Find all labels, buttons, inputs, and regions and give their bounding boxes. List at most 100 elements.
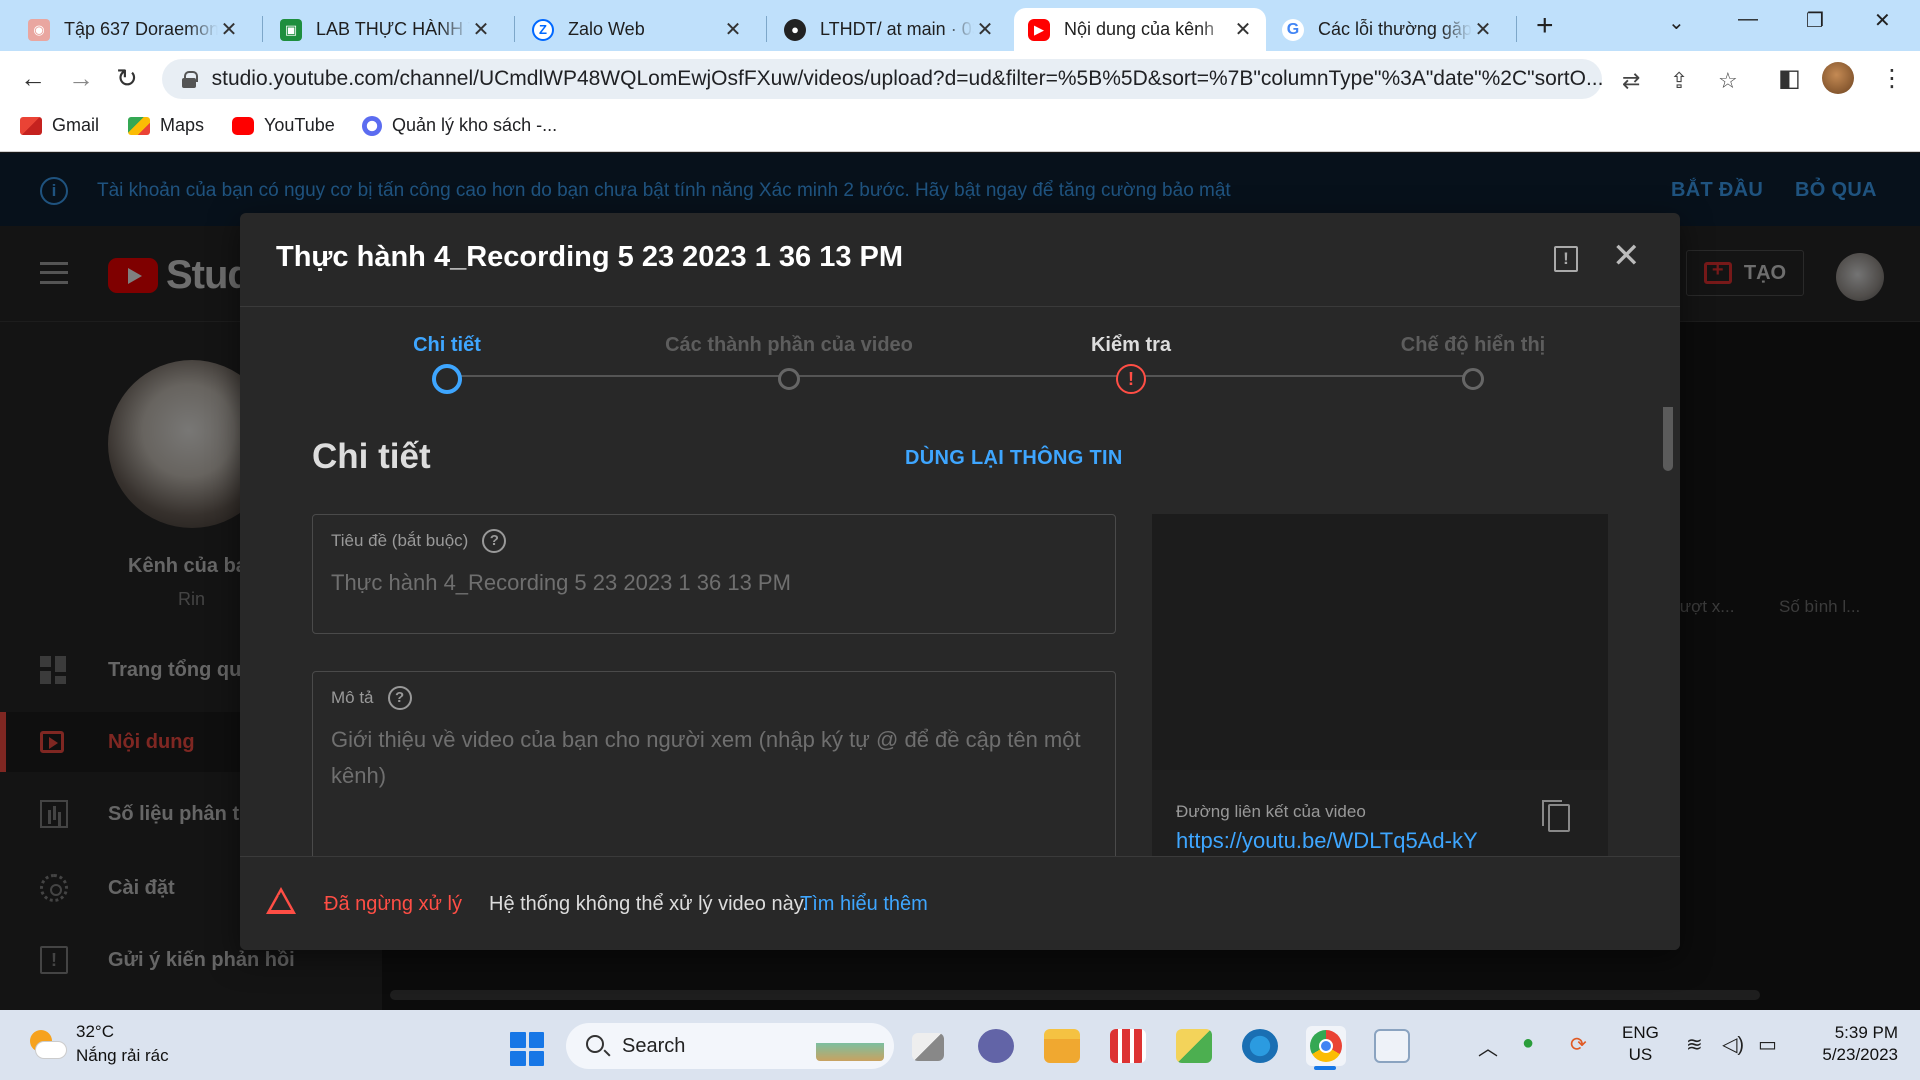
browser-tab[interactable]: ▣ LAB THỰC HÀNH T ✕: [266, 8, 504, 51]
bookmark-label: Maps: [160, 115, 205, 135]
chrome-taskbar-icon[interactable]: [1306, 1026, 1346, 1066]
search-icon: [586, 1035, 604, 1053]
github-favicon-icon: ●: [784, 18, 806, 41]
task-view-icon[interactable]: [912, 1033, 944, 1061]
new-tab-button[interactable]: +: [1536, 8, 1554, 44]
bookmark-gmail[interactable]: Gmail: [20, 115, 99, 136]
dialog-scrollbar[interactable]: [1663, 407, 1673, 471]
side-panel-icon[interactable]: ◧: [1778, 64, 1801, 93]
system-clock[interactable]: 5:39 PM 5/23/2023: [1790, 1022, 1898, 1066]
sync-icon[interactable]: ⟳: [1570, 1032, 1587, 1057]
clock-time: 5:39 PM: [1834, 1023, 1898, 1042]
copy-icon[interactable]: [1542, 800, 1570, 832]
close-tab-icon[interactable]: ✕: [1472, 17, 1494, 42]
tab-search-chevron-icon[interactable]: ⌄: [1668, 10, 1685, 35]
bookmark-youtube[interactable]: YouTube: [232, 115, 335, 136]
step-checks[interactable]: Kiểm tra !: [951, 307, 1311, 394]
meet-chat-icon[interactable]: [978, 1029, 1014, 1063]
close-dialog-icon[interactable]: ✕: [1612, 239, 1641, 273]
processing-message: Hệ thống không thể xử lý video này.: [489, 893, 808, 915]
tray-app-icon[interactable]: ●: [1522, 1032, 1534, 1055]
tab-title: LTHDT/ at main · 03: [820, 19, 974, 39]
chrome-center-icon: [1319, 1039, 1333, 1053]
step-label: Chế độ hiển thị: [1400, 334, 1546, 356]
minimize-button[interactable]: —: [1738, 8, 1758, 31]
title-input[interactable]: Thực hành 4_Recording 5 23 2023 1 36 13 …: [331, 565, 1097, 601]
learn-more-link[interactable]: Tìm hiểu thêm: [800, 893, 928, 916]
gmail-icon: [20, 116, 42, 135]
browser-tab-active[interactable]: ▶ Nội dung của kênh ✕: [1014, 8, 1266, 51]
close-tab-icon[interactable]: ✕: [722, 17, 744, 42]
language-code: ENG: [1622, 1023, 1659, 1042]
help-icon[interactable]: ?: [387, 686, 412, 710]
report-feedback-icon[interactable]: !: [1554, 246, 1578, 272]
volume-icon[interactable]: ◁): [1722, 1032, 1744, 1057]
bookmark-maps[interactable]: Maps: [128, 115, 204, 136]
dialog-footer: Đã ngừng xử lý Hệ thống không thể xử lý …: [240, 856, 1680, 950]
browser-tab[interactable]: ● LTHDT/ at main · 03 ✕: [770, 8, 1008, 51]
snipping-tool-icon[interactable]: [1374, 1029, 1410, 1063]
description-field-label: Mô tả ?: [331, 686, 412, 710]
tab-title: Các lỗi thường gặp: [1318, 19, 1472, 39]
tab-separator: [766, 16, 767, 42]
video-link[interactable]: https://youtu.be/WDLTq5Ad-kY: [1176, 828, 1478, 854]
profile-avatar[interactable]: [1822, 62, 1854, 94]
description-field[interactable]: Mô tả ? Giới thiệu về video của bạn cho …: [312, 671, 1116, 856]
tab-separator: [1516, 16, 1517, 42]
browser-menu-icon[interactable]: ⋮: [1880, 64, 1904, 93]
help-icon[interactable]: ?: [482, 529, 507, 553]
bookmark-label: Gmail: [52, 115, 100, 135]
close-window-button[interactable]: ✕: [1874, 8, 1891, 33]
close-tab-icon[interactable]: ✕: [218, 17, 240, 42]
title-field[interactable]: Tiêu đề (bắt buộc) ? Thực hành 4_Recordi…: [312, 514, 1116, 634]
classroom-favicon-icon: ▣: [280, 18, 302, 41]
step-label: Kiểm tra: [1090, 334, 1172, 356]
bookmark-star-icon[interactable]: ☆: [1718, 68, 1738, 94]
translate-icon[interactable]: ⇄: [1622, 68, 1640, 94]
weather-description[interactable]: Nắng rải rác: [76, 1046, 169, 1066]
reload-button[interactable]: ↻: [116, 64, 138, 92]
tab-separator: [262, 16, 263, 42]
step-visibility[interactable]: Chế độ hiển thị: [1293, 307, 1653, 390]
video-preview[interactable]: [1152, 514, 1608, 770]
input-language-indicator[interactable]: ENG US: [1622, 1022, 1659, 1066]
reuse-details-button[interactable]: DÙNG LẠI THÔNG TIN: [905, 447, 1123, 470]
share-icon[interactable]: ⇪: [1670, 68, 1688, 94]
search-label: Search: [622, 1034, 686, 1057]
photo-editor-icon[interactable]: [1176, 1029, 1212, 1063]
show-hidden-icons-chevron-icon[interactable]: ︿: [1478, 1032, 1498, 1061]
step-details[interactable]: Chi tiết: [267, 307, 627, 394]
browser-tab[interactable]: ◉ Tập 637 Doraemon ✕: [14, 8, 252, 51]
close-tab-icon[interactable]: ✕: [974, 17, 996, 42]
store-icon[interactable]: [1110, 1029, 1146, 1063]
description-input[interactable]: Giới thiệu về video của bạn cho người xe…: [331, 722, 1097, 794]
tab-separator: [514, 16, 515, 42]
windows-start-icon[interactable]: [510, 1032, 544, 1066]
bookmark-label: Quản lý kho sách -...: [392, 115, 558, 135]
tab-title: Nội dung của kênh: [1064, 19, 1215, 39]
file-explorer-icon[interactable]: [1044, 1029, 1080, 1063]
weather-temperature[interactable]: 32°C: [76, 1022, 114, 1042]
address-bar[interactable]: studio.youtube.com/channel/UCmdlWP48WQLo…: [162, 59, 1602, 99]
search-highlight-image: [816, 1031, 884, 1061]
upload-dialog: Thực hành 4_Recording 5 23 2023 1 36 13 …: [240, 213, 1680, 950]
bookmark-kho-sach[interactable]: Quản lý kho sách -...: [362, 115, 557, 136]
browser-tab[interactable]: G Các lỗi thường gặp ✕: [1268, 8, 1506, 51]
restore-button[interactable]: ❐: [1806, 8, 1824, 33]
wifi-icon[interactable]: ≋: [1686, 1032, 1703, 1057]
lock-icon: [182, 71, 198, 88]
forward-button[interactable]: →: [68, 64, 94, 92]
close-tab-icon[interactable]: ✕: [470, 17, 492, 42]
step-dot: [1462, 368, 1484, 390]
search-app-icon[interactable]: [1242, 1029, 1278, 1063]
stepper-line: [447, 375, 1477, 377]
video-preview-panel: Đường liên kết của video https://youtu.b…: [1152, 514, 1608, 856]
browser-tab[interactable]: Z Zalo Web ✕: [518, 8, 756, 51]
weather-icon[interactable]: [28, 1030, 66, 1060]
youtube-studio-favicon-icon: ▶: [1028, 18, 1050, 41]
step-video-elements[interactable]: Các thành phần của video: [609, 307, 969, 390]
battery-icon[interactable]: ▭: [1758, 1032, 1777, 1057]
taskbar-search[interactable]: Search: [566, 1023, 894, 1069]
close-tab-icon[interactable]: ✕: [1232, 17, 1254, 42]
back-button[interactable]: ←: [20, 64, 46, 92]
